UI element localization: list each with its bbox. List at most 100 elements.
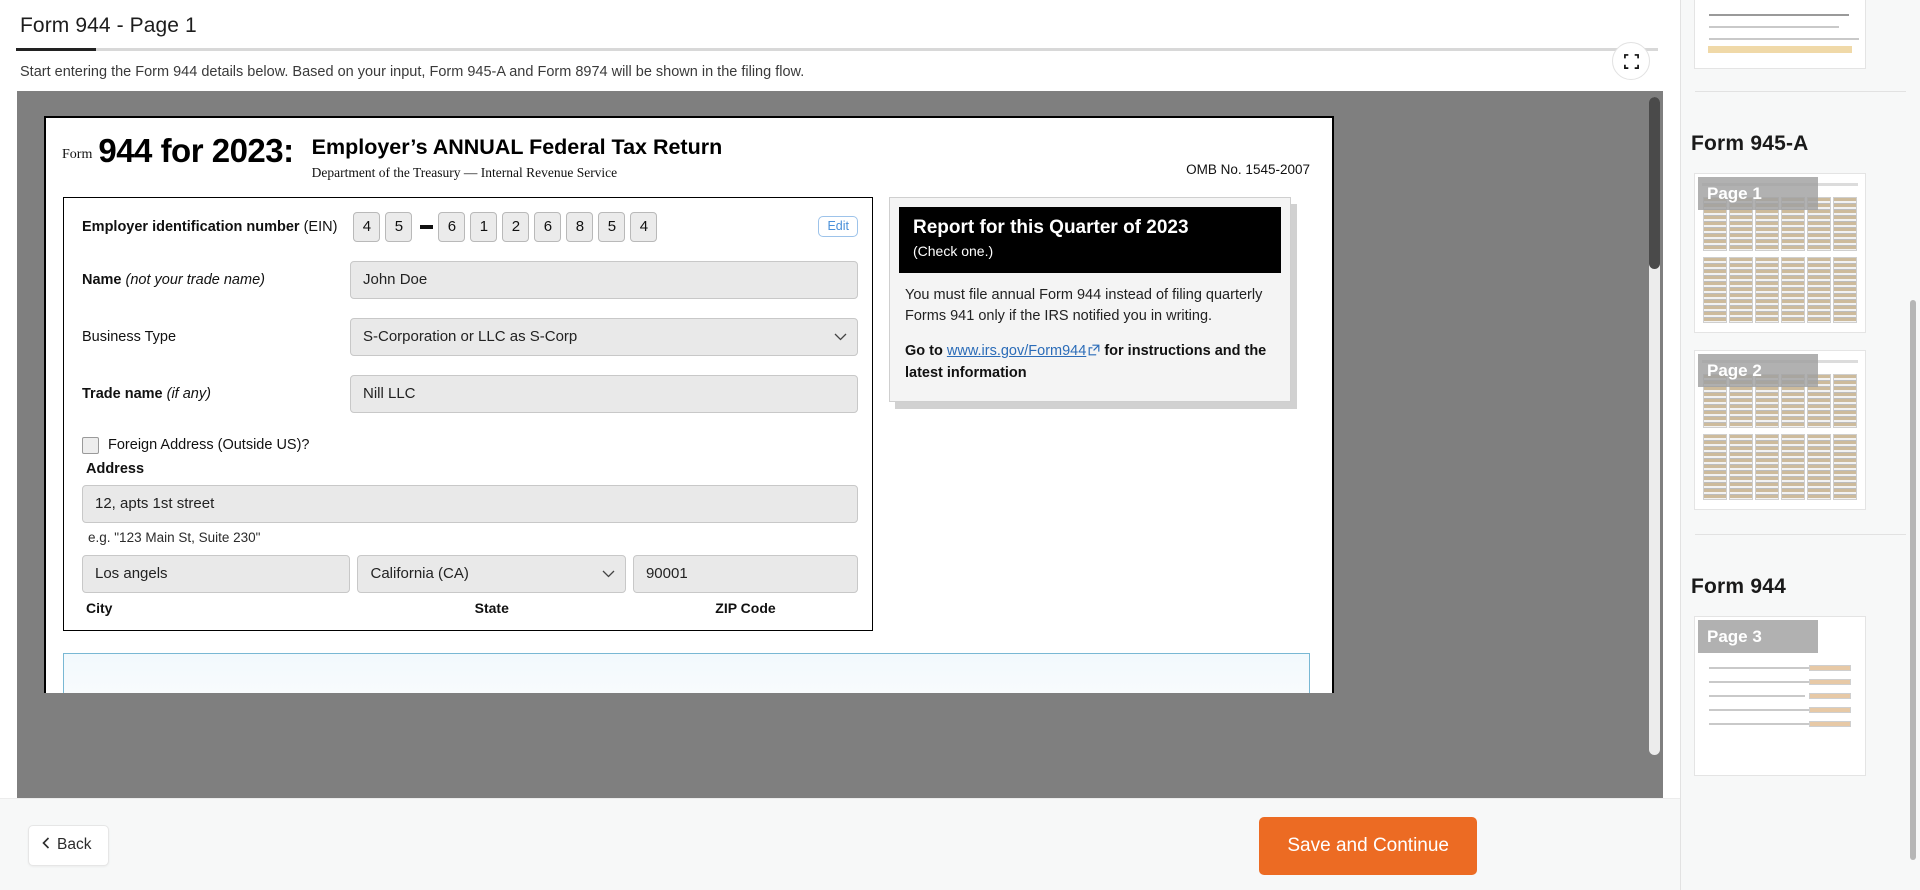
- trade-name-label-bold: Trade name: [82, 385, 163, 402]
- ein-label-bold: Employer identification number: [82, 218, 300, 235]
- thumbnail-canvas: Page 3: [1698, 620, 1862, 772]
- pages-sidebar[interactable]: Form 945-A Page 1 Page 2 Form 944 Page 3: [1680, 0, 1920, 890]
- app-root: Form 944 - Page 1 Start entering the For…: [0, 0, 1920, 890]
- main-content-column: Form 944 - Page 1 Start entering the For…: [0, 0, 1680, 890]
- state-value[interactable]: [357, 554, 626, 593]
- ein-digit[interactable]: 5: [385, 211, 413, 242]
- address-block: Address e.g. "123 Main St, Suite 230": [64, 461, 872, 616]
- page-thumbnail[interactable]: [1694, 0, 1866, 69]
- sidebar-section-form-945a: Form 945-A Page 1 Page 2: [1681, 110, 1920, 553]
- ein-digit[interactable]: 8: [566, 211, 594, 242]
- form-title: Employer’s ANNUAL Federal Tax Return: [311, 135, 723, 159]
- employer-info-box: Employer identification number (EIN) 4 5…: [63, 196, 873, 631]
- form-preview-viewer: Form 944 for 2023: Employer’s ANNUAL Fed…: [17, 91, 1663, 890]
- sidebar-divider: [1695, 91, 1906, 92]
- page-thumbnail-945a-page2[interactable]: Page 2: [1694, 350, 1866, 510]
- external-link-icon: [1088, 342, 1100, 363]
- form-944-page: Form 944 for 2023: Employer’s ANNUAL Fed…: [44, 116, 1334, 693]
- viewer-scrollbar-thumb[interactable]: [1649, 97, 1660, 269]
- address-hint: e.g. "123 Main St, Suite 230": [88, 529, 261, 545]
- city-field[interactable]: [82, 554, 351, 593]
- ein-digit-group[interactable]: 4 5 6 1 2 6 8 5 4: [353, 211, 662, 242]
- name-input[interactable]: [350, 260, 858, 299]
- ein-digit[interactable]: 6: [534, 211, 562, 242]
- name-label-bold: Name: [82, 271, 122, 288]
- zip-label: ZIP Code: [715, 599, 776, 616]
- city-label: City: [86, 599, 113, 616]
- page-subtitle: Start entering the Form 944 details belo…: [20, 64, 805, 80]
- business-type-value[interactable]: [350, 317, 858, 356]
- ein-digit[interactable]: 5: [598, 211, 626, 242]
- name-label: Name (not your trade name): [82, 272, 350, 288]
- trade-name-label: Trade name (if any): [82, 386, 350, 402]
- sidebar-divider: [1695, 534, 1906, 535]
- city-state-zip-labels: City State ZIP Code: [82, 600, 858, 616]
- business-type-select[interactable]: [350, 317, 858, 356]
- business-type-row: Business Type: [64, 317, 872, 356]
- zip-field[interactable]: [632, 554, 859, 593]
- page-thumbnail-944-page3[interactable]: Page 3: [1694, 616, 1866, 776]
- sidebar-section-form-944: Form 944 Page 3: [1681, 553, 1920, 794]
- form-number-year: 944 for 2023:: [98, 132, 294, 169]
- report-quarter-go-line: Go to www.irs.gov/Form944 for instructio…: [899, 327, 1281, 392]
- ein-label: Employer identification number (EIN): [82, 219, 337, 235]
- back-button-label: Back: [57, 836, 92, 853]
- state-select[interactable]: [357, 554, 626, 593]
- ein-label-rest: (EIN): [303, 218, 338, 235]
- omb-number: OMB No. 1545-2007: [1186, 162, 1310, 177]
- trade-name-label-italic: (if any): [166, 385, 211, 402]
- city-input[interactable]: [82, 554, 351, 593]
- sidebar-scrollbar-thumb[interactable]: [1910, 300, 1916, 860]
- report-quarter-title: Report for this Quarter of 2023: [913, 216, 1189, 238]
- ein-digit[interactable]: 4: [353, 211, 381, 242]
- foreign-address-checkbox[interactable]: [82, 436, 99, 454]
- sidebar-heading-form-945a: Form 945-A: [1691, 132, 1809, 155]
- ein-dash-separator: [420, 224, 434, 229]
- thumbnail-page-badge: Page 3: [1698, 620, 1818, 653]
- thumbnail-page-badge: Page 2: [1698, 354, 1818, 387]
- form-word-label: Form: [62, 147, 93, 162]
- sidebar-scrollbar[interactable]: [1910, 0, 1918, 890]
- form-department: Department of the Treasury — Internal Re…: [311, 164, 618, 180]
- report-quarter-body: You must file annual Form 944 instead of…: [905, 286, 1263, 324]
- thumbnail-doc-art: [1703, 0, 1859, 60]
- ein-digit[interactable]: 2: [502, 211, 530, 242]
- address-input[interactable]: [82, 484, 858, 523]
- sidebar-heading-form-944: Form 944: [1691, 575, 1786, 598]
- foreign-address-row[interactable]: Foreign Address (Outside US)?: [64, 436, 872, 454]
- form-body: Employer identification number (EIN) 4 5…: [46, 191, 1332, 631]
- form-header: Form 944 for 2023: Employer’s ANNUAL Fed…: [46, 118, 1332, 191]
- name-label-italic: (not your trade name): [125, 271, 265, 288]
- quarter-panel-column: Report for this Quarter of 2023 (Check o…: [889, 196, 1291, 402]
- address-heading: Address: [86, 460, 145, 477]
- ein-digit[interactable]: 1: [470, 211, 498, 242]
- page-thumbnail-945a-page1[interactable]: Page 1: [1694, 173, 1866, 333]
- save-and-continue-button[interactable]: Save and Continue: [1259, 817, 1477, 875]
- next-section-partial: [63, 652, 1310, 693]
- foreign-address-label: Foreign Address (Outside US)?: [108, 437, 310, 454]
- page-title: Form 944 - Page 1: [20, 14, 197, 37]
- viewer-scrollbar[interactable]: [1649, 97, 1660, 755]
- title-underline: [16, 48, 1658, 51]
- trade-name-row: Trade name (if any): [64, 374, 872, 413]
- action-bar: Back Save and Continue: [0, 798, 1680, 890]
- back-button[interactable]: Back: [28, 825, 110, 866]
- report-quarter-header: Report for this Quarter of 2023 (Check o…: [899, 206, 1281, 273]
- zip-input[interactable]: [632, 554, 859, 593]
- trade-name-input[interactable]: [350, 374, 858, 413]
- page-header: Form 944 - Page 1 Start entering the For…: [0, 0, 1680, 80]
- go-to-prefix: Go to: [905, 342, 943, 359]
- sidebar-section: [1681, 0, 1920, 110]
- thumbnail-canvas: Page 2: [1698, 354, 1862, 506]
- thumbnail-canvas: [1698, 0, 1862, 65]
- edit-ein-button[interactable]: Edit: [818, 216, 858, 238]
- business-type-label: Business Type: [82, 328, 177, 345]
- irs-form944-link[interactable]: www.irs.gov/Form944: [947, 343, 1086, 359]
- city-state-zip-row: [82, 554, 859, 593]
- state-label: State: [474, 599, 509, 616]
- collapse-arrows-icon[interactable]: [1612, 42, 1650, 80]
- thumbnail-canvas: Page 1: [1698, 177, 1862, 329]
- report-quarter-card: Report for this Quarter of 2023 (Check o…: [889, 196, 1291, 402]
- ein-digit[interactable]: 6: [438, 211, 466, 242]
- ein-digit[interactable]: 4: [630, 211, 658, 242]
